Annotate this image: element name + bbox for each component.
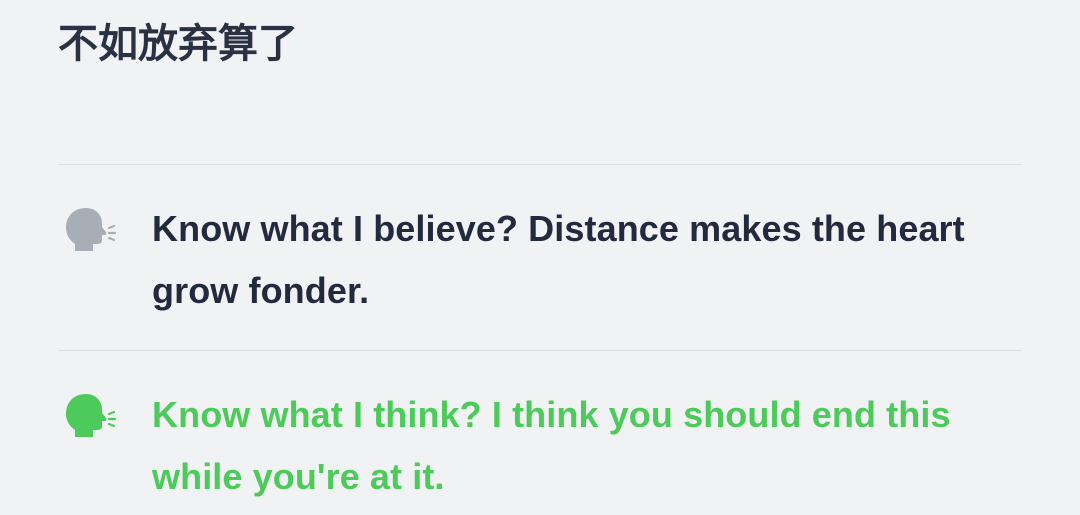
divider: [58, 350, 1022, 351]
line-text: Know what I think? I think you should en…: [152, 394, 951, 497]
page-title: 不如放弃算了: [58, 21, 298, 67]
speaking-head-icon: [58, 198, 152, 260]
speaking-head-icon: [58, 384, 152, 446]
lyric-line-1[interactable]: Know what I believe? Distance makes the …: [58, 198, 1022, 322]
divider: [58, 164, 1022, 165]
line-text: Know what I believe? Distance makes the …: [152, 208, 965, 311]
lyric-line-2[interactable]: Know what I think? I think you should en…: [58, 384, 1022, 508]
